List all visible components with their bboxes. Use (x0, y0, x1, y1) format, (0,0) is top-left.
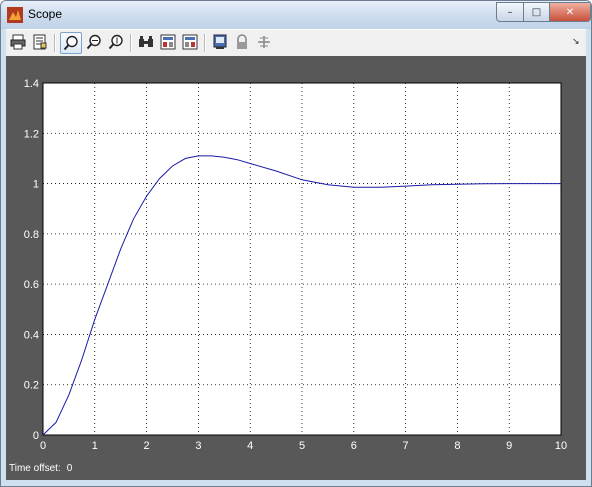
close-button[interactable]: ✕ (549, 2, 591, 22)
plot-area: 0 1 2 3 4 5 6 7 8 9 10 0 0.2 0.4 0.6 0.8 1 1.2 1.4 Time of… (6, 56, 586, 480)
toolbar-separator (204, 34, 206, 52)
y-tick-label: 0.2 (24, 380, 39, 392)
save-axes-icon[interactable] (158, 32, 178, 52)
lock-axes-icon[interactable] (232, 32, 252, 52)
y-tick-label: 0.6 (24, 279, 39, 291)
time-offset-value: 0 (66, 463, 73, 474)
window-title: Scope (28, 7, 63, 21)
scope-window: Scope – □ ✕ ↘ 0 1 2 3 4 5 6 7 8 9 10 0 0… (0, 0, 592, 487)
x-tick-label: 2 (144, 440, 150, 452)
x-tick-label: 4 (247, 440, 253, 452)
x-tick-label: 5 (299, 440, 305, 452)
time-offset-label: Time offset: (9, 463, 61, 474)
y-tick-label: 0.4 (24, 329, 39, 341)
toolbar: ↘ (6, 29, 586, 57)
y-tick-label: 0.8 (24, 229, 39, 241)
y-tick-label: 1 (33, 179, 39, 191)
minimize-button[interactable]: – (496, 2, 524, 22)
x-tick-label: 3 (195, 440, 201, 452)
scope-chart[interactable]: 0 1 2 3 4 5 6 7 8 9 10 0 0.2 0.4 0.6 0.8 1 1.2 1.4 (6, 56, 586, 456)
x-tick-label: 0 (40, 440, 46, 452)
scope-app-icon (7, 7, 23, 23)
y-tick-label: 1.4 (24, 78, 39, 90)
time-offset-status: Time offset: 0 (9, 463, 72, 474)
y-tick-label: 0 (33, 430, 39, 442)
zoom-y-icon[interactable] (106, 32, 126, 52)
toolbar-separator (130, 34, 132, 52)
maximize-button[interactable]: □ (523, 2, 550, 22)
print-icon[interactable] (8, 32, 28, 52)
x-tick-label: 8 (454, 440, 460, 452)
parameters-icon[interactable] (30, 32, 50, 52)
x-tick-label: 1 (92, 440, 98, 452)
title-bar[interactable]: Scope – □ ✕ (1, 1, 591, 29)
x-tick-label: 10 (555, 440, 567, 452)
toolbar-menu-icon[interactable]: ↘ (572, 36, 580, 47)
toolbar-separator (54, 34, 56, 52)
autoscale-icon[interactable] (136, 32, 156, 52)
x-tick-label: 9 (506, 440, 512, 452)
signal-selector-icon[interactable] (254, 32, 274, 52)
zoom-icon[interactable] (60, 32, 82, 54)
restore-axes-icon[interactable] (180, 32, 200, 52)
floating-scope-icon[interactable] (210, 32, 230, 52)
zoom-x-icon[interactable] (84, 32, 104, 52)
x-tick-label: 6 (351, 440, 357, 452)
y-tick-label: 1.2 (24, 128, 39, 140)
x-tick-label: 7 (403, 440, 409, 452)
